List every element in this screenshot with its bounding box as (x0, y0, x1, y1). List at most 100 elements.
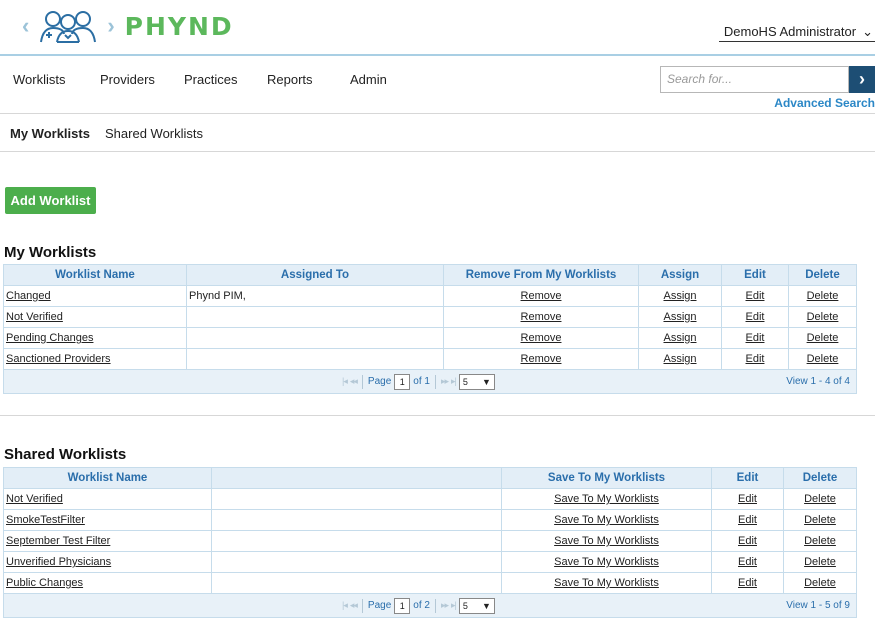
edit-link[interactable]: Edit (738, 493, 757, 505)
column-header[interactable]: Delete (788, 264, 857, 286)
page-count: of 2 (413, 600, 430, 611)
page-size-select[interactable]: 5 ▼ (458, 373, 495, 390)
delete-link[interactable]: Delete (807, 353, 839, 365)
main-nav: Worklists Providers Practices Reports Ad… (0, 58, 875, 114)
assign-link[interactable]: Assign (663, 311, 696, 323)
chevron-left-icon: ‹ (22, 13, 30, 38)
advanced-search-link[interactable]: Advanced Search (774, 96, 875, 110)
delete-link[interactable]: Delete (804, 535, 836, 547)
worklist-name-link[interactable]: Changed (6, 290, 51, 302)
assign-link[interactable]: Assign (663, 290, 696, 302)
column-header (211, 467, 502, 489)
edit-link[interactable]: Edit (746, 311, 765, 323)
edit-link[interactable]: Edit (746, 290, 765, 302)
column-header[interactable]: Edit (721, 264, 789, 286)
page-number-input[interactable]: 1 (394, 373, 411, 390)
edit-link[interactable]: Edit (738, 577, 757, 589)
edit-link[interactable]: Edit (738, 514, 757, 526)
column-header[interactable]: Remove From My Worklists (443, 264, 639, 286)
save-to-my-worklists-link[interactable]: Save To My Worklists (554, 493, 659, 505)
table-row: Pending Changes Remove Assign Edit Delet… (3, 327, 857, 349)
first-page-icon[interactable]: |◂ (342, 376, 348, 387)
save-to-my-worklists-link[interactable]: Save To My Worklists (554, 556, 659, 568)
worklist-name-link[interactable]: Public Changes (6, 577, 83, 589)
next-page-icon[interactable]: ▸▸ (441, 600, 449, 611)
edit-link[interactable]: Edit (738, 535, 757, 547)
edit-link[interactable]: Edit (746, 353, 765, 365)
section-divider (0, 415, 875, 416)
worklist-name-link[interactable]: Pending Changes (6, 332, 93, 344)
worklist-name-link[interactable]: SmokeTestFilter (6, 514, 85, 526)
nav-item-providers[interactable]: Providers (100, 72, 155, 87)
shared-worklists-title: Shared Worklists (4, 446, 127, 463)
delete-link[interactable]: Delete (807, 332, 839, 344)
prev-page-icon[interactable]: ◂◂ (350, 376, 358, 387)
add-worklist-button[interactable]: Add Worklist (5, 187, 96, 214)
prev-page-icon[interactable]: ◂◂ (350, 600, 358, 611)
delete-link[interactable]: Delete (804, 514, 836, 526)
pager: |◂ ◂◂ Page 1 of 1 ▸▸ ▸| 5 ▼ View 1 - 4 o… (3, 369, 857, 394)
chevron-right-icon: › (107, 13, 115, 38)
first-page-icon[interactable]: |◂ (342, 600, 348, 611)
worklist-name-link[interactable]: September Test Filter (6, 535, 110, 547)
empty-cell (211, 488, 502, 510)
table-row: Unverified Physicians Save To My Worklis… (3, 551, 857, 573)
column-header[interactable]: Delete (783, 467, 857, 489)
app-header: ‹ › PHYND DemoHS Administrator ⌄ (0, 0, 875, 56)
pager-divider (434, 598, 436, 613)
worklist-name-link[interactable]: Not Verified (6, 493, 63, 505)
column-header[interactable]: Assign (638, 264, 722, 286)
search-button[interactable]: › (849, 66, 875, 93)
save-to-my-worklists-link[interactable]: Save To My Worklists (554, 535, 659, 547)
nav-item-worklists[interactable]: Worklists (13, 72, 65, 87)
column-header[interactable]: Worklist Name (3, 467, 212, 489)
nav-item-practices[interactable]: Practices (184, 72, 237, 87)
worklist-name-link[interactable]: Unverified Physicians (6, 556, 111, 568)
tab-my-worklists[interactable]: My Worklists (10, 126, 90, 141)
user-name: DemoHS Administrator (723, 24, 857, 39)
page-size-value: 5 (462, 376, 468, 387)
delete-link[interactable]: Delete (804, 577, 836, 589)
edit-link[interactable]: Edit (738, 556, 757, 568)
assign-link[interactable]: Assign (663, 332, 696, 344)
brand-name: PHYND (124, 11, 234, 41)
search-input[interactable]: Search for... (660, 66, 849, 93)
last-page-icon[interactable]: ▸| (451, 600, 457, 611)
tab-shared-worklists[interactable]: Shared Worklists (105, 126, 203, 141)
worklist-tabs: My Worklists Shared Worklists (0, 115, 875, 152)
column-header[interactable]: Edit (711, 467, 784, 489)
edit-link[interactable]: Edit (746, 332, 765, 344)
assigned-to (186, 306, 444, 328)
remove-link[interactable]: Remove (521, 353, 562, 365)
my-worklists-table: Worklist Name Assigned To Remove From My… (3, 264, 857, 394)
chevron-right-icon: › (859, 69, 865, 89)
nav-item-admin[interactable]: Admin (350, 72, 387, 87)
save-to-my-worklists-link[interactable]: Save To My Worklists (554, 577, 659, 589)
delete-link[interactable]: Delete (807, 311, 839, 323)
pager: |◂ ◂◂ Page 1 of 2 ▸▸ ▸| 5 ▼ View 1 - 5 o… (3, 593, 857, 618)
worklist-name-link[interactable]: Not Verified (6, 311, 63, 323)
delete-link[interactable]: Delete (804, 493, 836, 505)
table-row: Changed Phynd PIM, Remove Assign Edit De… (3, 285, 857, 307)
remove-link[interactable]: Remove (521, 311, 562, 323)
column-header[interactable]: Worklist Name (3, 264, 187, 286)
worklist-name-link[interactable]: Sanctioned Providers (6, 353, 111, 365)
last-page-icon[interactable]: ▸| (451, 376, 457, 387)
pager-divider (361, 374, 363, 389)
assign-link[interactable]: Assign (663, 353, 696, 365)
remove-link[interactable]: Remove (521, 332, 562, 344)
empty-cell (211, 551, 502, 573)
logo[interactable]: ‹ › PHYND (18, 6, 234, 46)
column-header[interactable]: Save To My Worklists (501, 467, 712, 489)
user-menu[interactable]: DemoHS Administrator ⌄ (719, 22, 875, 42)
delete-link[interactable]: Delete (807, 290, 839, 302)
delete-link[interactable]: Delete (804, 556, 836, 568)
remove-link[interactable]: Remove (521, 290, 562, 302)
page-number-input[interactable]: 1 (394, 597, 411, 614)
empty-cell (211, 572, 502, 594)
column-header[interactable]: Assigned To (186, 264, 444, 286)
nav-item-reports[interactable]: Reports (267, 72, 313, 87)
save-to-my-worklists-link[interactable]: Save To My Worklists (554, 514, 659, 526)
next-page-icon[interactable]: ▸▸ (441, 376, 449, 387)
page-size-select[interactable]: 5 ▼ (458, 597, 495, 614)
